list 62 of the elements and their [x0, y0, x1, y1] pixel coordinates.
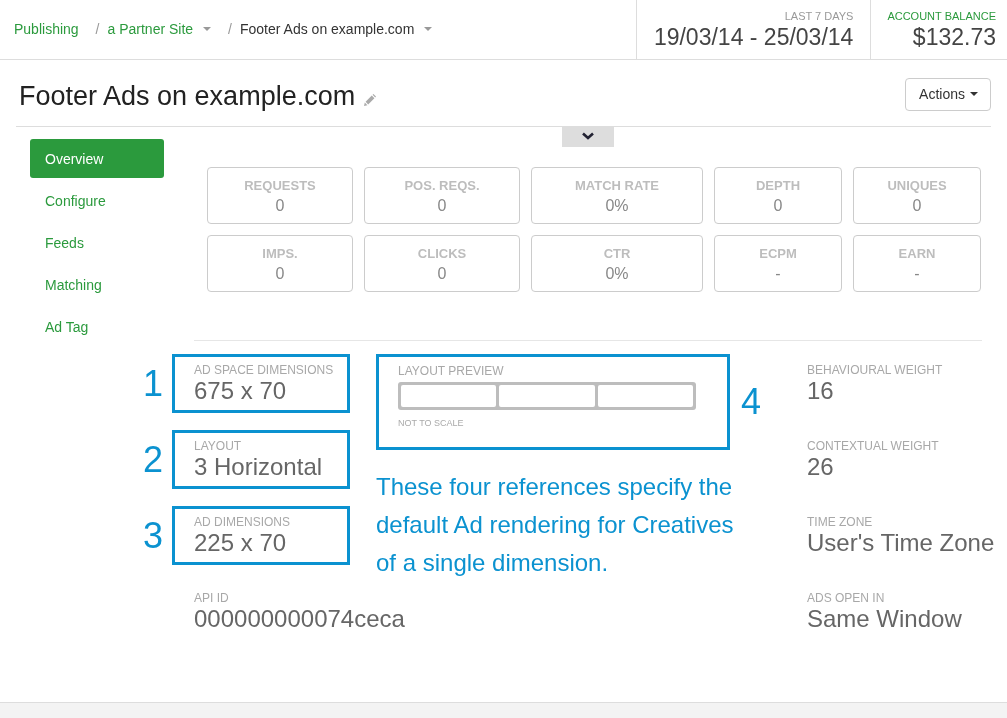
- field-label: TIME ZONE: [807, 515, 873, 529]
- stat-label: DEPTH: [755, 178, 801, 193]
- field-value: 225 x 70: [194, 529, 287, 557]
- field-value: Same Window: [807, 605, 962, 633]
- annotation-number: 3: [142, 513, 164, 558]
- field-value: 3 Horizontal: [194, 453, 323, 481]
- breadcrumb-separator: /: [228, 20, 232, 37]
- stat-value: 0: [275, 196, 285, 216]
- stat-value: 0: [437, 196, 447, 216]
- field-label: AD DIMENSIONS: [194, 515, 290, 529]
- field-label: API ID: [194, 591, 229, 605]
- stat-label: REQUESTS: [244, 178, 316, 193]
- annotation-note: These four references specify the default Ad rendering for Creatives of a single dimension.: [376, 472, 735, 578]
- field-value: 26: [807, 453, 834, 481]
- stat-label: UNIQUES: [887, 178, 947, 193]
- stat-label: CTR: [603, 246, 631, 261]
- stat-label: POS. REQS.: [404, 178, 480, 193]
- sidebar-item[interactable]: Matching: [30, 265, 164, 304]
- field-label: LAYOUT PREVIEW: [398, 364, 504, 378]
- breadcrumb-link[interactable]: a Partner Site: [107, 20, 212, 37]
- stat-value: -: [775, 264, 781, 284]
- date-range-value: 19/03/14 - 25/03/14: [653, 23, 854, 51]
- stat-label: ECPM: [759, 246, 797, 261]
- stat-value: -: [914, 264, 920, 284]
- field-label: BEHAVIOURAL WEIGHT: [807, 363, 943, 377]
- stat-value: 0%: [605, 264, 629, 284]
- stat-label: CLICKS: [417, 246, 467, 261]
- annotation-number: 2: [142, 437, 164, 482]
- field-value: 000000000074ceca: [194, 605, 405, 633]
- stat-label: IMPS.: [262, 246, 298, 261]
- breadcrumb-link[interactable]: Footer Ads on example.com: [240, 20, 433, 37]
- breadcrumb-separator: /: [95, 20, 100, 37]
- account-balance-label: ACCOUNT BALANCE: [887, 10, 996, 23]
- account-balance-value: $132.73: [912, 23, 996, 51]
- sidebar-item[interactable]: Overview: [30, 139, 164, 178]
- chevron-down-icon: [582, 132, 594, 140]
- toggle-tab[interactable]: [562, 127, 614, 147]
- actions-button[interactable]: Actions: [905, 77, 991, 111]
- annotation-number: 1: [142, 361, 164, 406]
- preview-note: NOT TO SCALE: [398, 418, 464, 429]
- field-value: 16: [807, 377, 834, 405]
- annotation-number: 4: [741, 381, 762, 423]
- field-label: CONTEXTUAL WEIGHT: [807, 439, 939, 453]
- stat-value: 0: [275, 264, 285, 284]
- stat-value: 0: [773, 196, 783, 216]
- field-value: User's Time Zone: [807, 529, 995, 557]
- field-label: AD SPACE DIMENSIONS: [194, 363, 334, 377]
- breadcrumb-link[interactable]: Publishing: [14, 20, 79, 37]
- page-title: Footer Ads on example.com: [19, 80, 356, 112]
- caret-icon: [970, 92, 978, 96]
- stat-value: 0%: [605, 196, 629, 216]
- sidebar-item[interactable]: Configure: [30, 181, 164, 220]
- sidebar-item[interactable]: Ad Tag: [30, 307, 164, 346]
- date-range-label: LAST 7 DAYS: [784, 10, 854, 23]
- stat-label: EARN: [898, 246, 936, 261]
- stat-value: 0: [437, 264, 447, 284]
- field-label: ADS OPEN IN: [807, 591, 885, 605]
- stat-value: 0: [912, 196, 922, 216]
- stat-label: MATCH RATE: [575, 178, 659, 193]
- field-value: 675 x 70: [194, 377, 287, 405]
- sidebar-item[interactable]: Feeds: [30, 223, 164, 262]
- field-label: LAYOUT: [194, 439, 242, 453]
